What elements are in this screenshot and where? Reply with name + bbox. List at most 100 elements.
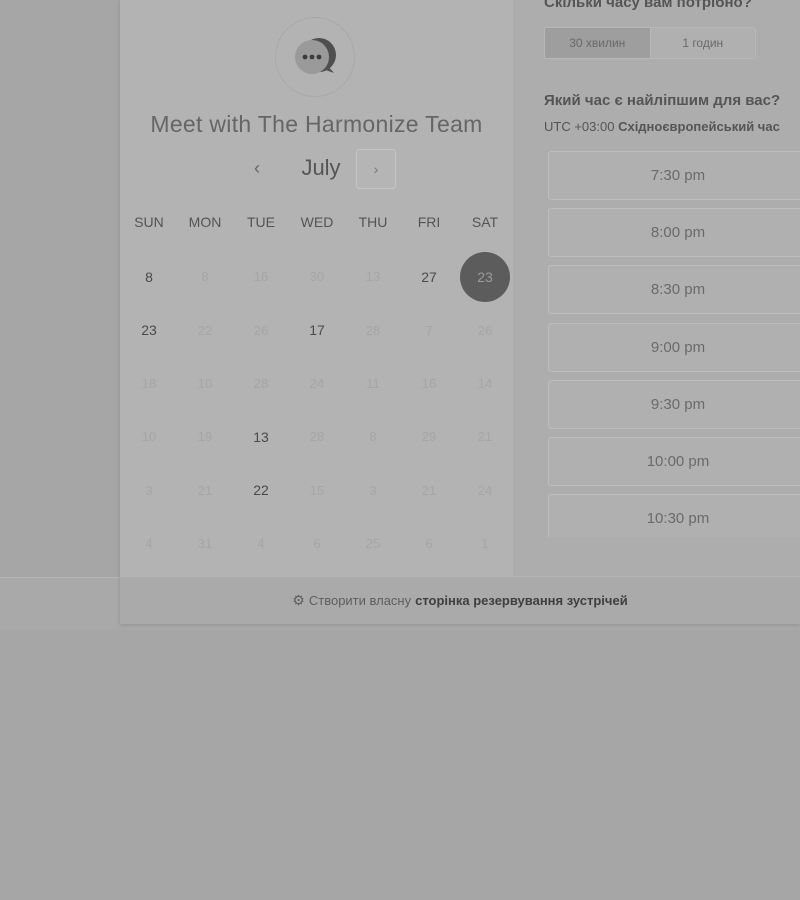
calendar-day-selected[interactable]: 23: [457, 250, 513, 303]
time-slot-button[interactable]: 8:30 pm: [548, 265, 800, 315]
day-number: 27: [421, 268, 437, 285]
calendar-day[interactable]: 8: [121, 250, 177, 303]
day-number: 24: [309, 375, 325, 391]
calendar-day: 11: [345, 357, 401, 410]
timezone-label[interactable]: UTC +03:00 Східноєвропейський час: [544, 119, 780, 134]
calendar-day: 28: [289, 410, 345, 463]
day-number: 21: [197, 482, 213, 498]
calendar-day: 25: [345, 517, 401, 570]
day-number: 15: [309, 482, 325, 498]
day-number: 19: [197, 429, 213, 445]
time-slot-button[interactable]: 9:30 pm: [548, 379, 800, 429]
hubspot-sprocket-icon: ⚙: [292, 592, 305, 608]
day-number: 17: [309, 322, 325, 339]
calendar-day: 24: [457, 464, 513, 517]
calendar-day: 3: [345, 464, 401, 517]
chat-logo-avatar: [275, 17, 355, 97]
calendar-day: 3: [121, 464, 177, 517]
day-number: 22: [197, 322, 213, 338]
day-number: 8: [201, 269, 209, 285]
footer-link-text[interactable]: сторінка резервування зустрічей: [415, 593, 628, 608]
calendar-day: 14: [457, 357, 513, 410]
time-slot-button[interactable]: 9:00 pm: [548, 322, 800, 372]
calendar-day: 16: [233, 250, 289, 303]
calendar-day: 4: [233, 517, 289, 570]
meeting-title: Meet with The Harmonize Team: [150, 111, 483, 137]
calendar-day: 6: [289, 517, 345, 570]
prev-month-button[interactable]: ‹: [244, 155, 270, 181]
weekday-label: SUN: [134, 214, 164, 230]
calendar-day: 31: [177, 517, 233, 570]
day-number: 3: [145, 482, 153, 498]
meetings-widget: Meet with The Harmonize Team ‹ July › SU…: [120, 0, 800, 624]
day-number: 8: [145, 268, 153, 285]
day-number: 4: [257, 536, 265, 552]
time-slot-button[interactable]: 10:30 pm: [548, 494, 800, 537]
day-number: 30: [309, 269, 325, 285]
duration-selector: 30 хвилин 1 годин: [544, 27, 756, 59]
calendar-day: 28: [345, 303, 401, 356]
footer-prefix: Створити власну: [308, 593, 412, 608]
weekday-label: FRI: [417, 214, 441, 230]
next-month-button[interactable]: ›: [356, 149, 396, 189]
time-slot-button[interactable]: 8:00 pm: [548, 208, 800, 258]
day-number: 23: [460, 251, 510, 302]
day-number: 14: [477, 375, 493, 391]
day-number: 6: [425, 536, 433, 552]
day-number: 11: [366, 375, 380, 391]
day-number: 4: [145, 536, 153, 552]
timezone-name: Східноєвропейський час: [618, 119, 780, 134]
day-number: 13: [253, 428, 269, 445]
chat-bubble-icon: [295, 38, 336, 74]
day-number: 26: [253, 322, 269, 338]
calendar-day: 29: [401, 410, 457, 463]
calendar-day: 26: [233, 303, 289, 356]
calendar-day: 6: [401, 517, 457, 570]
calendar-day: 8: [345, 410, 401, 463]
weekday-label: WED: [300, 214, 334, 230]
calendar-day[interactable]: 22: [233, 464, 289, 517]
calendar-day: 21: [177, 464, 233, 517]
calendar-day[interactable]: 13: [233, 410, 289, 463]
booking-panel: Скільки часу вам потрібно? 30 хвилин 1 г…: [513, 0, 800, 576]
day-number: 10: [141, 429, 157, 445]
day-number: 22: [253, 482, 269, 499]
calendar-day[interactable]: 27: [401, 250, 457, 303]
calendar-day: 4: [121, 517, 177, 570]
time-slot-button[interactable]: 10:00 pm: [548, 436, 800, 486]
calendar-day: 22: [177, 303, 233, 356]
day-number: 26: [477, 322, 493, 338]
calendar-day: 19: [177, 410, 233, 463]
calendar-day[interactable]: 23: [121, 303, 177, 356]
calendar-day: 28: [233, 357, 289, 410]
footer-create-link[interactable]: ⚙ Створити власну сторінка резервування …: [120, 576, 800, 624]
day-number: 16: [421, 375, 437, 391]
day-number: 21: [421, 482, 437, 498]
day-number: 1: [481, 536, 489, 552]
day-number: 28: [253, 375, 269, 391]
day-number: 8: [369, 429, 377, 445]
day-number: 23: [141, 322, 157, 339]
duration-60-option[interactable]: 1 годин: [650, 28, 755, 58]
day-number: 31: [197, 536, 213, 552]
time-slot-button[interactable]: 7:30 pm: [548, 151, 800, 200]
calendar-day: 13: [345, 250, 401, 303]
weekday-label: SAT: [471, 214, 499, 230]
calendar-day: 1: [457, 517, 513, 570]
calendar-grid: 8 8 16 30 13 27 23 23 22 26 17 28 7 26 18 10 28 24 11 16 14 1…: [121, 250, 513, 570]
day-number: 3: [369, 482, 377, 498]
month-navigation: ‹ July ›: [120, 149, 513, 189]
time-slot-list: 7:30 pm 8:00 pm 8:30 pm 9:00 pm 9:30 pm 10:00…: [548, 151, 800, 537]
weekday-header: SUN MON TUE WED THU FRI SAT: [121, 214, 513, 230]
duration-30-option[interactable]: 30 хвилин: [545, 28, 651, 58]
day-number: 7: [425, 322, 433, 338]
calendar-day: 16: [401, 357, 457, 410]
duration-question: Скільки часу вам потрібно?: [544, 0, 752, 11]
day-number: 18: [141, 375, 157, 391]
calendar-day[interactable]: 17: [289, 303, 345, 356]
calendar-day: 8: [177, 250, 233, 303]
day-number: 6: [313, 536, 321, 552]
weekday-label: MON: [188, 214, 222, 230]
month-label: July: [301, 155, 341, 180]
day-number: 21: [477, 429, 493, 445]
